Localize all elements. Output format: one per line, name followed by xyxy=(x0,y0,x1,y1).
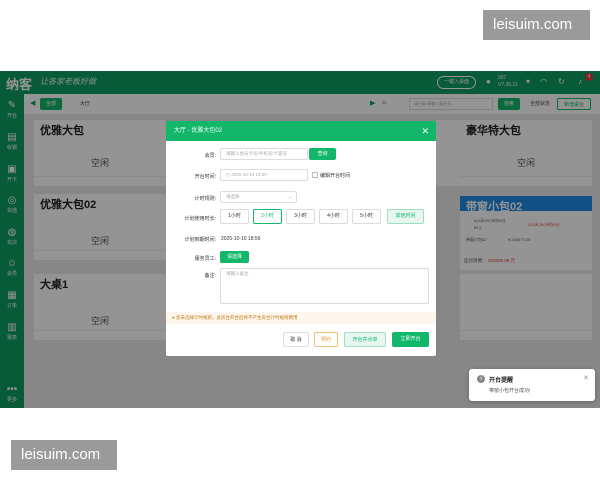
chevron-down-icon: ⌄ xyxy=(288,194,292,199)
start-time-input[interactable]: ◷ 2025-10-10 18:50 xyxy=(220,169,308,181)
timing-rule-select[interactable]: 请选择 ⌄ xyxy=(220,191,297,203)
end-time-value: 2025-10-10 18:56 xyxy=(221,236,261,242)
toast-notification: i 开台提醒 带窗小包开台成功! ✕ xyxy=(469,369,595,401)
duration-option-1h[interactable]: 1小时 xyxy=(220,209,249,224)
staff-label: 服务员工: xyxy=(194,256,216,262)
close-icon[interactable]: ✕ xyxy=(421,121,429,141)
cancel-button[interactable]: 取 消 xyxy=(283,332,309,347)
reserve-button[interactable]: 预约 xyxy=(314,332,338,347)
toast-title: 开台提醒 xyxy=(489,378,514,384)
open-and-order-button[interactable]: 开台并点单 xyxy=(344,332,386,347)
end-time-label: 计划到期时间: xyxy=(184,237,216,243)
close-icon[interactable]: ✕ xyxy=(583,374,589,382)
duration-label: 计划使用时长: xyxy=(184,216,216,222)
toast-message: 带窗小包开台成功! xyxy=(489,388,531,394)
open-table-dialog: 大厅 - 优雅大包02 ✕ 会员: 请输入会员卡号/手机号/卡面号 查询 开台时… xyxy=(166,121,436,356)
watermark-top: leisuim.com xyxy=(483,10,590,40)
select-staff-button[interactable]: 请选择 xyxy=(220,251,249,263)
timing-rule-placeholder: 请选择 xyxy=(226,194,240,199)
dialog-header: 大厅 - 优雅大包02 ✕ xyxy=(166,121,436,141)
edit-start-label: 编辑开台时间 xyxy=(320,173,351,179)
timing-rule-label: 计时规则: xyxy=(194,196,216,202)
remark-label: 备注: xyxy=(204,273,216,279)
dialog-title: 大厅 - 优雅大包02 xyxy=(174,128,223,134)
member-label: 会员: xyxy=(204,153,216,159)
info-icon: i xyxy=(477,375,485,383)
notice-text: 您未选择计时规则，此房台开台后将不产生房台计时规则费用 xyxy=(175,315,298,320)
duration-option-2h[interactable]: 2小时 xyxy=(253,209,282,224)
edit-start-checkbox[interactable] xyxy=(312,172,318,178)
remark-textarea[interactable]: 请输入备注 xyxy=(220,268,429,304)
other-time-button[interactable]: 其他时间 xyxy=(387,209,424,224)
duration-option-4h[interactable]: 4小时 xyxy=(319,209,348,224)
app-window: 纳客 让各家老板好做 一键入桌面 ● 007 V7.36.11 ▾ ◠ ↻ ♪ … xyxy=(0,71,600,408)
start-time-label: 开台时间: xyxy=(194,174,216,180)
member-input[interactable]: 请输入会员卡号/手机号/卡面号 xyxy=(220,148,308,160)
duration-option-3h[interactable]: 3小时 xyxy=(286,209,315,224)
watermark-bottom: leisuim.com xyxy=(11,440,117,470)
notice-bar: ● 您未选择计时规则，此房台开台后将不产生房台计时规则费用 xyxy=(166,312,436,324)
duration-option-5h[interactable]: 5小时 xyxy=(352,209,381,224)
open-now-button[interactable]: 立即开台 xyxy=(392,332,429,347)
query-button[interactable]: 查询 xyxy=(309,148,336,160)
start-time-value: 2025-10-10 18:50 xyxy=(231,172,267,177)
